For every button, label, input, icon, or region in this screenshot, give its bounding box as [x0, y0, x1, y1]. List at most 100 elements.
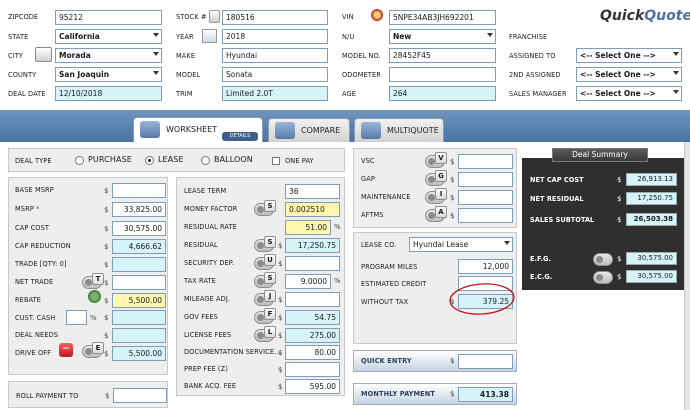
lease-term-field[interactable]: 36 [285, 184, 340, 199]
sales-manager-select[interactable]: <-- Select One --> [576, 86, 682, 101]
highlight-circle-annotation [449, 283, 515, 315]
trade-label: TRADE [QTY: 0] [15, 260, 67, 268]
gov-fees-field[interactable]: 54.75 [285, 310, 340, 325]
state-select[interactable]: California [55, 29, 162, 44]
vsc-field[interactable] [458, 154, 513, 169]
residual-rate-field[interactable]: 51.00 [285, 220, 331, 235]
balloon-label: BALLOON [214, 155, 253, 164]
cap-cost-field[interactable]: 30,575.00 [112, 221, 166, 236]
key-f-icon[interactable]: F [264, 308, 276, 320]
lease-label: LEASE [158, 155, 184, 164]
odometer-field[interactable] [389, 67, 496, 82]
license-fees-field[interactable]: 275.00 [285, 328, 340, 343]
key-v-icon[interactable]: V [435, 152, 447, 164]
net-cap-cost-label: NET CAP COST [530, 176, 584, 184]
ecg-toggle[interactable] [593, 271, 613, 284]
calendar-icon[interactable] [202, 29, 217, 43]
trim-field[interactable]: Limited 2.0T [222, 86, 328, 101]
efg-toggle[interactable] [593, 253, 613, 266]
key-s2-icon[interactable]: S [264, 236, 276, 248]
deal-date-field[interactable]: 12/10/2018 [55, 86, 162, 101]
key-s3-icon[interactable]: S [264, 272, 276, 284]
mileage-adj-field[interactable] [285, 292, 340, 307]
cap-reduction-field[interactable]: 4,666.62 [112, 239, 166, 254]
quick-entry-label: QUICK ENTRY [361, 357, 412, 365]
key-l-icon[interactable]: L [264, 326, 276, 338]
details-button[interactable]: DETAILS [222, 132, 258, 141]
tax-rate-field[interactable]: 9.0000 [285, 274, 331, 289]
money-factor-label: MONEY FACTOR [184, 205, 238, 213]
balloon-radio[interactable] [201, 156, 210, 165]
trim-label: TRIM [176, 90, 193, 98]
key-t-icon[interactable]: T [92, 273, 104, 285]
drive-off-field[interactable]: 5,500.00 [112, 346, 166, 361]
rebate-money-icon[interactable] [88, 290, 101, 303]
key-e-icon[interactable]: E [92, 342, 104, 354]
sales-manager-label: SALES MANAGER [509, 90, 567, 98]
aftms-field[interactable] [458, 208, 513, 223]
trade-field[interactable] [112, 257, 166, 272]
model-no-field[interactable]: 28452F45 [389, 48, 496, 63]
barcode-icon[interactable] [209, 10, 220, 23]
key-a-icon[interactable]: A [435, 206, 447, 218]
purchase-radio[interactable] [75, 156, 84, 165]
key-j-icon[interactable]: J [264, 290, 276, 302]
make-field[interactable]: Hyundai [222, 48, 328, 63]
stock-field[interactable]: 180516 [222, 10, 328, 25]
key-i-icon[interactable]: I [435, 188, 447, 200]
net-trade-field[interactable] [112, 275, 166, 290]
monthly-payment-bar: MONTHLY PAYMENT $ 413.38 [353, 383, 517, 405]
vin-field[interactable]: 5NPE34AB3JH692201 [389, 10, 496, 25]
msrp-field[interactable]: 33,825.00 [112, 202, 166, 217]
key-g-icon[interactable]: G [435, 170, 447, 182]
rebate-field[interactable]: 5,500.00 [112, 293, 166, 308]
base-msrp-field[interactable] [112, 183, 166, 198]
tab-compare[interactable]: COMPARE [268, 118, 350, 142]
prep-fee-field[interactable] [285, 362, 340, 377]
quick-entry-bar: QUICK ENTRY $ [353, 350, 517, 372]
age-field[interactable]: 264 [389, 86, 496, 101]
program-miles-field[interactable]: 12,000 [458, 259, 513, 274]
chevron-down-icon [673, 90, 679, 94]
zipcode-field[interactable]: 95212 [55, 10, 162, 25]
tab-worksheet[interactable]: WORKSHEET DETAILS [133, 117, 263, 143]
one-pay-checkbox[interactable] [272, 157, 280, 165]
products-panel: VSC V $ GAP G $ MAINTENANCE I $ AFTMS A … [353, 148, 517, 228]
maintenance-field[interactable] [458, 190, 513, 205]
estimated-credit-label: ESTIMATED CREDIT [361, 280, 427, 288]
vertical-scrollbar[interactable] [684, 142, 690, 410]
age-label: AGE [342, 90, 356, 98]
program-miles-label: PROGRAM MILES [361, 263, 418, 271]
gap-field[interactable] [458, 172, 513, 187]
key-u-icon[interactable]: U [264, 254, 276, 266]
chevron-down-icon [153, 71, 159, 75]
tab-multiquote[interactable]: MULTIQUOTE [354, 118, 444, 142]
city-select[interactable]: Morada [55, 48, 162, 63]
sales-subtotal-value: 26,503.38 [626, 213, 677, 226]
residual-field[interactable]: 17,250.75 [285, 238, 340, 253]
stock-label: STOCK # [176, 13, 207, 21]
new-used-select[interactable]: New [389, 29, 496, 44]
lease-co-select[interactable]: Hyundai Lease [409, 237, 513, 252]
cust-cash-percent-field[interactable] [66, 310, 87, 325]
bank-acq-field[interactable]: 595.00 [285, 379, 340, 394]
year-field[interactable]: 2018 [222, 29, 328, 44]
security-dep-field[interactable] [285, 256, 340, 271]
monthly-payment-field[interactable]: 413.38 [458, 387, 513, 402]
roll-payment-field[interactable] [113, 388, 167, 403]
vin-decode-icon[interactable] [371, 9, 383, 21]
money-factor-field[interactable]: 0.002510 [285, 202, 340, 217]
county-select[interactable]: San Joaquin [55, 67, 162, 82]
cust-cash-field[interactable] [112, 310, 166, 325]
minus-icon[interactable]: − [59, 343, 73, 357]
second-assigned-select[interactable]: <-- Select One --> [576, 67, 682, 82]
key-s-icon[interactable]: S [264, 200, 276, 212]
doc-service-field[interactable]: 80.00 [285, 345, 340, 360]
deal-needs-field[interactable] [112, 328, 166, 343]
model-field[interactable]: Sonata [222, 67, 328, 82]
assigned-to-select[interactable]: <-- Select One --> [576, 48, 682, 63]
edit-icon[interactable] [35, 47, 52, 62]
odometer-label: ODOMETER [342, 71, 381, 79]
quick-entry-field[interactable] [458, 354, 513, 369]
lease-radio[interactable] [145, 156, 154, 165]
